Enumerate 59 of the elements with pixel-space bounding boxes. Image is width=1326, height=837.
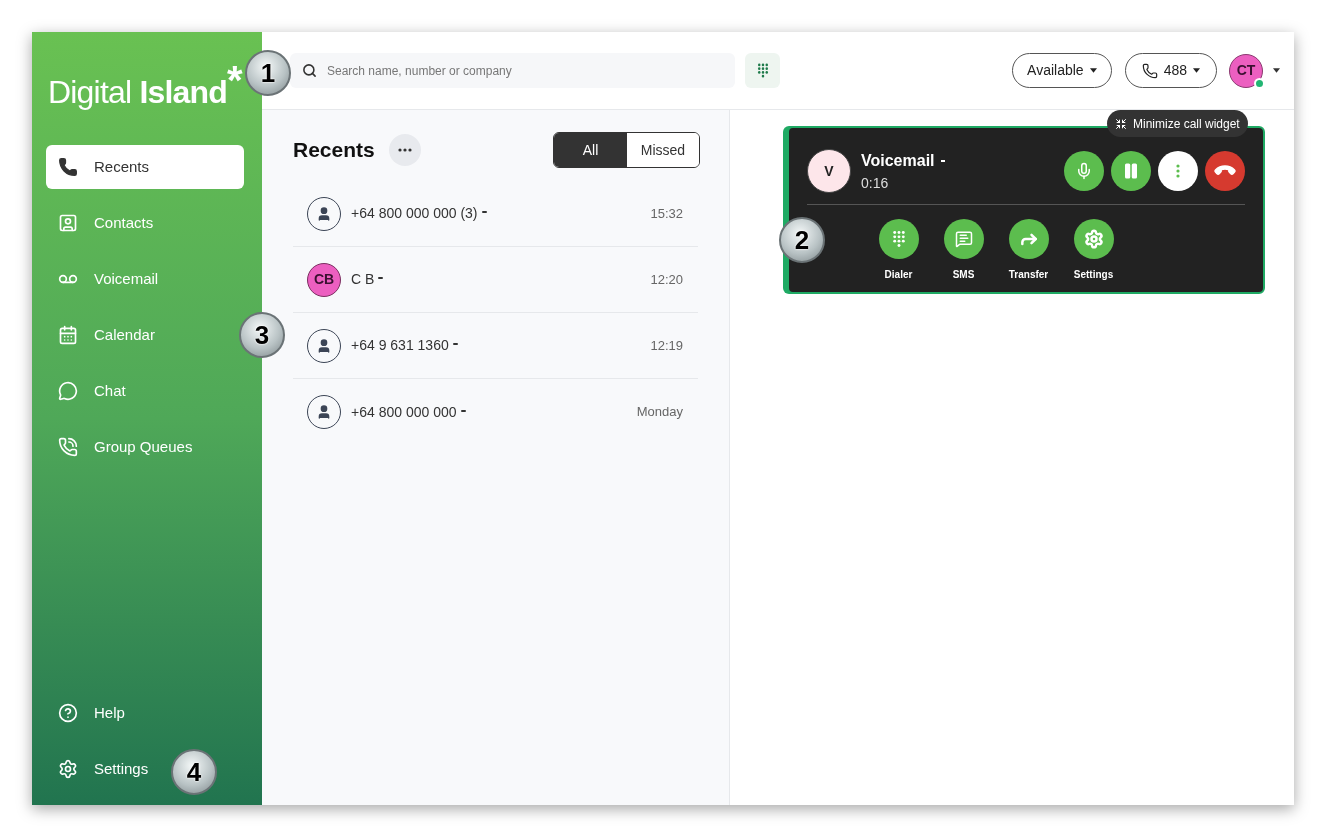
recent-call-row[interactable]: CB C B 12:20 [293, 247, 698, 313]
user-avatar[interactable]: CT [1229, 53, 1263, 88]
recent-call-row[interactable]: +64 9 631 1360 12:19 [293, 313, 698, 379]
caret-icon [1273, 68, 1280, 73]
settings-icon [58, 759, 78, 779]
recent-call-row[interactable]: +64 800 000 000 Monday [293, 379, 698, 445]
dialpad-icon [891, 230, 906, 248]
more-icon [397, 148, 412, 152]
mute-button[interactable] [1064, 151, 1104, 191]
more-icon [1176, 164, 1180, 178]
sms-bubble-icon [954, 230, 973, 248]
caret-icon [460, 409, 466, 412]
help-icon [58, 703, 78, 723]
phone-icon [58, 157, 78, 177]
caller-name: +64 800 000 000 (3) [351, 204, 478, 223]
call-time: Monday [636, 403, 683, 422]
minimize-tooltip[interactable]: Minimize call widget [1107, 110, 1248, 137]
logo-text: Digital Island [48, 76, 228, 108]
recents-title: Recents [293, 137, 375, 164]
dialpad-icon [756, 62, 769, 79]
caller-name: +64 800 000 000 [351, 402, 457, 422]
calendar-icon [58, 325, 78, 345]
contact-card-icon [58, 213, 78, 233]
call-time: 12:20 [650, 270, 683, 289]
contact-avatar: CB [307, 262, 341, 297]
callout-badge: 1 [245, 50, 291, 96]
caller-name: +64 9 631 1360 [351, 336, 449, 355]
caret-icon [1089, 68, 1097, 73]
sidebar-item[interactable]: Recents [46, 145, 244, 189]
hang-up-button[interactable] [1205, 151, 1245, 191]
microphone-icon [1075, 162, 1093, 180]
hold-button[interactable] [1111, 151, 1151, 191]
phone-ringing-icon [58, 437, 78, 457]
sidebar-item[interactable]: Settings [46, 747, 161, 791]
caller-name: C B [351, 270, 375, 289]
sidebar-item[interactable]: Help [46, 691, 137, 735]
filter-tab[interactable]: All [554, 133, 627, 167]
more-button[interactable] [1158, 151, 1198, 191]
dialpad-button[interactable] [745, 53, 780, 88]
search-icon [302, 63, 317, 78]
caret-icon [1193, 68, 1200, 73]
call-time: 15:32 [650, 204, 683, 223]
pause-icon [1122, 162, 1140, 180]
caller-avatar: V [807, 149, 851, 193]
call-duration: 0:16 [861, 173, 890, 193]
phone-icon [1141, 62, 1158, 79]
caret-icon [452, 343, 458, 345]
search-field[interactable]: Search name, number or company [290, 53, 735, 88]
filter-tab[interactable]: Missed [627, 133, 699, 167]
caret-icon [940, 159, 945, 162]
caller-name: Voicemail [861, 150, 935, 171]
settings-icon [1083, 229, 1104, 249]
call-time: 12:19 [650, 336, 683, 355]
caret-icon [378, 277, 384, 279]
chat-bubble-icon [58, 381, 78, 401]
caret-icon [481, 211, 487, 213]
logo-asterisk: * [227, 60, 243, 100]
recent-call-row[interactable]: +64 800 000 000 (3) 15:32 [293, 181, 698, 247]
shrink-icon [1115, 117, 1127, 130]
